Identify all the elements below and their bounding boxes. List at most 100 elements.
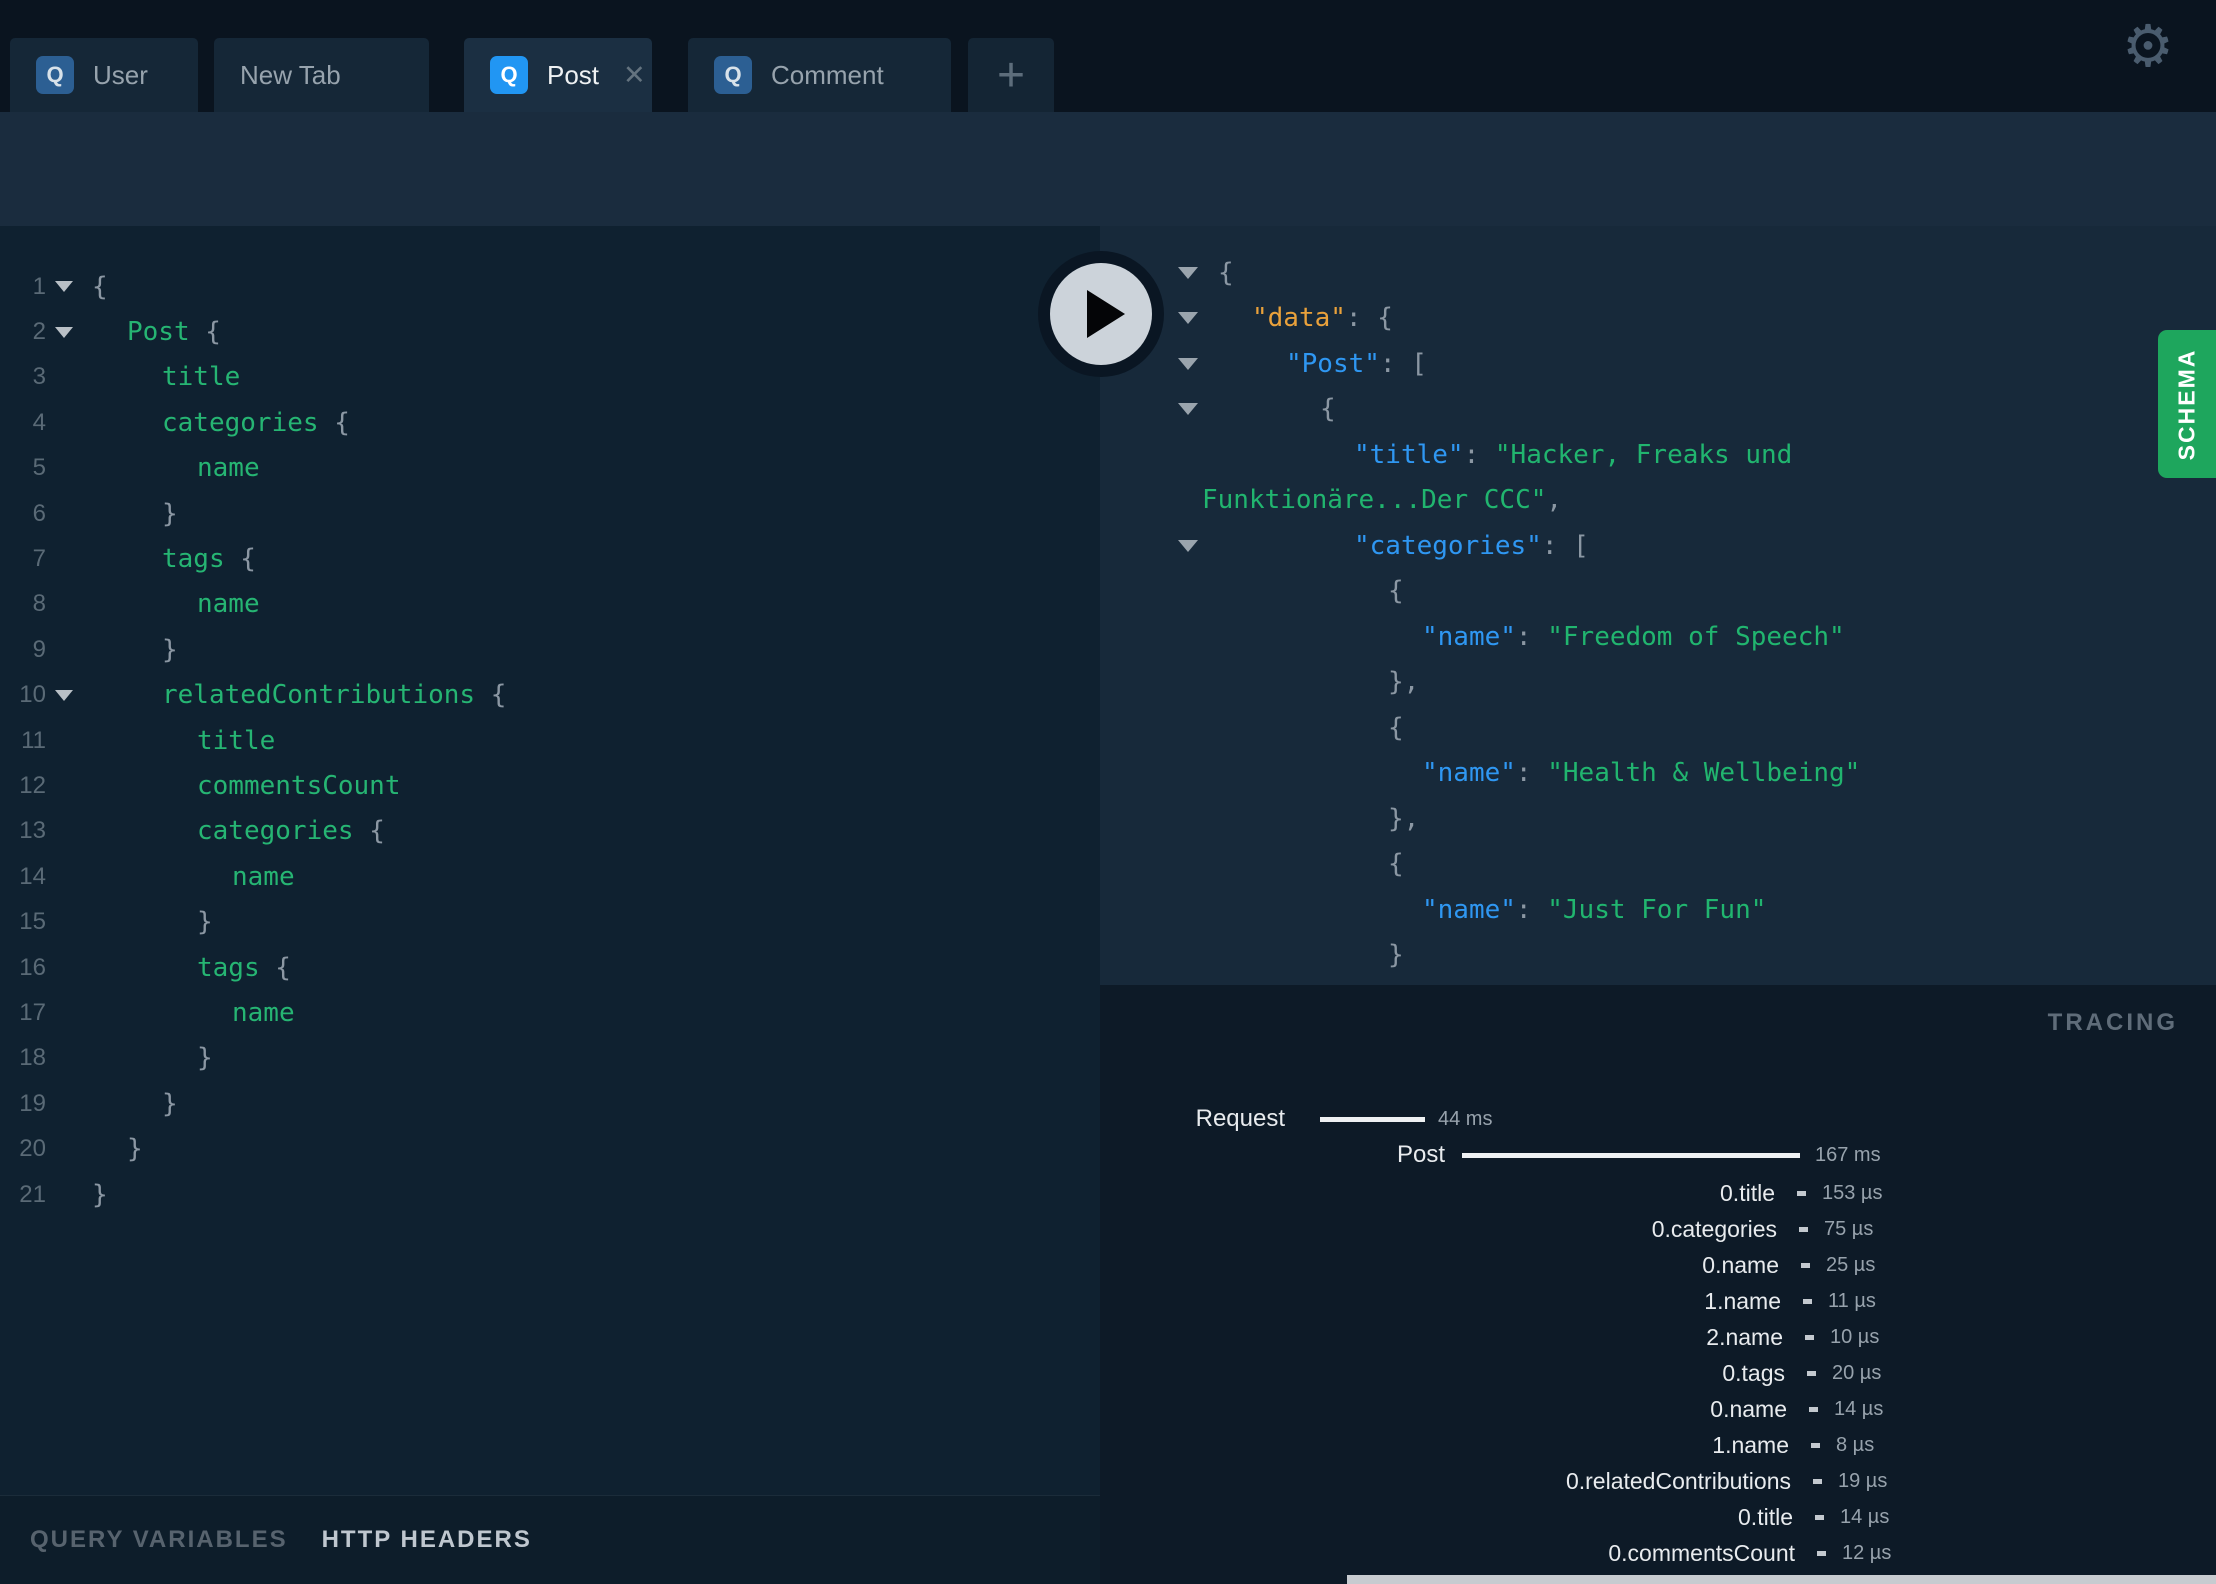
- code-token: {: [475, 680, 507, 711]
- collapse-arrow-icon[interactable]: [1178, 403, 1198, 416]
- close-tab-icon[interactable]: ✕: [623, 60, 646, 91]
- editor-line: 17 name: [0, 990, 1100, 1035]
- line-number: 5: [32, 454, 46, 482]
- code-token: tags: [162, 544, 225, 575]
- editor-line: 3 title: [0, 355, 1100, 400]
- response-code: "name": "Just For Fun": [1218, 895, 1766, 925]
- code-token: }: [197, 907, 213, 938]
- code-token: name: [232, 861, 295, 892]
- tracing-title: TRACING: [2047, 1009, 2178, 1036]
- response-code: {: [1218, 258, 1234, 288]
- schema-tab-button[interactable]: SCHEMA: [2158, 330, 2216, 478]
- line-number: 9: [32, 635, 46, 663]
- code-token: title: [197, 725, 276, 756]
- tab-user[interactable]: Q User: [10, 38, 198, 112]
- editor-line: 5 name: [0, 446, 1100, 491]
- tab-post[interactable]: Q Post ✕: [464, 38, 652, 112]
- code-token: }: [92, 1179, 108, 1210]
- json-token: "Post": [1286, 348, 1380, 379]
- tracing-resolver-duration: 25 µs: [1826, 1253, 1876, 1276]
- code-token: }: [162, 634, 178, 665]
- fold-arrow-icon[interactable]: [55, 689, 73, 701]
- execute-query-button[interactable]: [1038, 251, 1164, 377]
- response-code: "data": {: [1218, 303, 1393, 333]
- tracing-resolver-label: 0.title: [1738, 1503, 1793, 1530]
- json-token: :: [1515, 894, 1548, 925]
- collapse-arrow-icon[interactable]: [1178, 539, 1198, 552]
- json-token: : [: [1541, 530, 1589, 561]
- tab-label: User: [93, 59, 148, 90]
- tracing-resolver-duration: 10 µs: [1830, 1325, 1880, 1348]
- tracing-resolver-row: 0.name 14 µs: [1112, 1391, 1883, 1427]
- editor-code: }: [92, 1180, 108, 1210]
- json-token: :: [1515, 758, 1548, 789]
- editor-code: }: [92, 1134, 143, 1164]
- editor-line: 12 commentsCount: [0, 763, 1100, 808]
- response-line: },: [1100, 660, 2216, 706]
- response-line: "Post": [: [1100, 341, 2216, 387]
- code-token: tags: [197, 952, 260, 983]
- tracing-resolver-row: 0.tags 20 µs: [1110, 1355, 1881, 1391]
- editor-code: title: [92, 362, 240, 392]
- fold-arrow-icon[interactable]: [55, 281, 73, 293]
- collapse-arrow-icon[interactable]: [1178, 266, 1198, 279]
- editor-line: 10 relatedContributions {: [0, 673, 1100, 718]
- fold-arrow-icon[interactable]: [55, 326, 73, 338]
- line-number: 19: [19, 1089, 46, 1117]
- editor-line: 19}: [0, 1081, 1100, 1126]
- json-token: "categories": [1354, 530, 1542, 561]
- line-number: 15: [19, 908, 46, 936]
- code-token: name: [197, 453, 260, 484]
- editor-code: }: [92, 1043, 213, 1073]
- json-token: {: [1320, 394, 1336, 425]
- code-token: {: [259, 952, 291, 983]
- http-headers-tab[interactable]: HTTP HEADERS: [322, 1526, 532, 1554]
- tracing-resolver-label: 0.categories: [1651, 1215, 1777, 1242]
- editor-code: tags {: [92, 953, 291, 983]
- query-variables-tab[interactable]: QUERY VARIABLES: [30, 1526, 288, 1554]
- tracing-span-row: Post 167 ms: [1100, 1137, 1881, 1173]
- response-code: {: [1218, 576, 1404, 606]
- tracing-resolver-duration: 153 µs: [1822, 1181, 1883, 1204]
- tracing-resolver-duration: 14 µs: [1840, 1505, 1890, 1528]
- response-viewer: {"data": {"Post": [{"title": "Hacker, Fr…: [1100, 226, 2216, 985]
- code-token: }: [127, 1134, 143, 1165]
- code-token: title: [162, 362, 241, 393]
- tab-comment[interactable]: Q Comment: [688, 38, 951, 112]
- line-number: 6: [32, 499, 46, 527]
- tracing-resolver-row: 0.title 153 µs: [1100, 1175, 1882, 1211]
- code-token: {: [92, 271, 108, 302]
- fold-gutter: [46, 281, 92, 293]
- response-code: },: [1218, 804, 1419, 834]
- tracing-resolver-duration: 20 µs: [1832, 1361, 1882, 1384]
- editor-code: }: [92, 907, 213, 937]
- json-token: Funktionäre...Der CCC": [1202, 485, 1547, 516]
- collapse-arrow-icon[interactable]: [1178, 312, 1198, 325]
- json-token: "name": [1422, 758, 1516, 789]
- settings-gear-icon[interactable]: ⚙: [2122, 18, 2174, 76]
- code-token: commentsCount: [197, 770, 401, 801]
- collapse-arrow-icon[interactable]: [1178, 357, 1198, 370]
- query-editor[interactable]: 1{2 Post {3 title 4 categories {5 name 6} 7 tags…: [0, 226, 1100, 1495]
- fold-gutter: [46, 689, 92, 701]
- json-token: : [: [1379, 348, 1427, 379]
- tracing-resolver-label: 0.name: [1702, 1251, 1779, 1278]
- response-line: Funktionäre...Der CCC",: [1100, 478, 2216, 524]
- line-number: 14: [19, 862, 46, 890]
- response-line: "name": "Health & Wellbeing": [1100, 751, 2216, 797]
- editor-line: 6}: [0, 491, 1100, 536]
- response-code: },: [1218, 667, 1419, 697]
- tracing-span-bar: [1320, 1116, 1425, 1122]
- play-icon: [1087, 290, 1125, 338]
- editor-line: 21}: [0, 1172, 1100, 1217]
- response-line: {: [1100, 569, 2216, 615]
- tracing-resolver-row: 0.categories 75 µs: [1102, 1211, 1874, 1247]
- add-tab-button[interactable]: +: [968, 38, 1054, 112]
- horizontal-scrollbar[interactable]: [1347, 1575, 2216, 1584]
- response-code: {: [1218, 394, 1336, 424]
- line-number: 16: [19, 953, 46, 981]
- tracing-resolver-bar: [1801, 1262, 1810, 1268]
- response-line: "data": {: [1100, 296, 2216, 342]
- tab-new-tab[interactable]: New Tab: [214, 38, 429, 112]
- tracing-resolver-label: 0.relatedContributions: [1565, 1467, 1791, 1494]
